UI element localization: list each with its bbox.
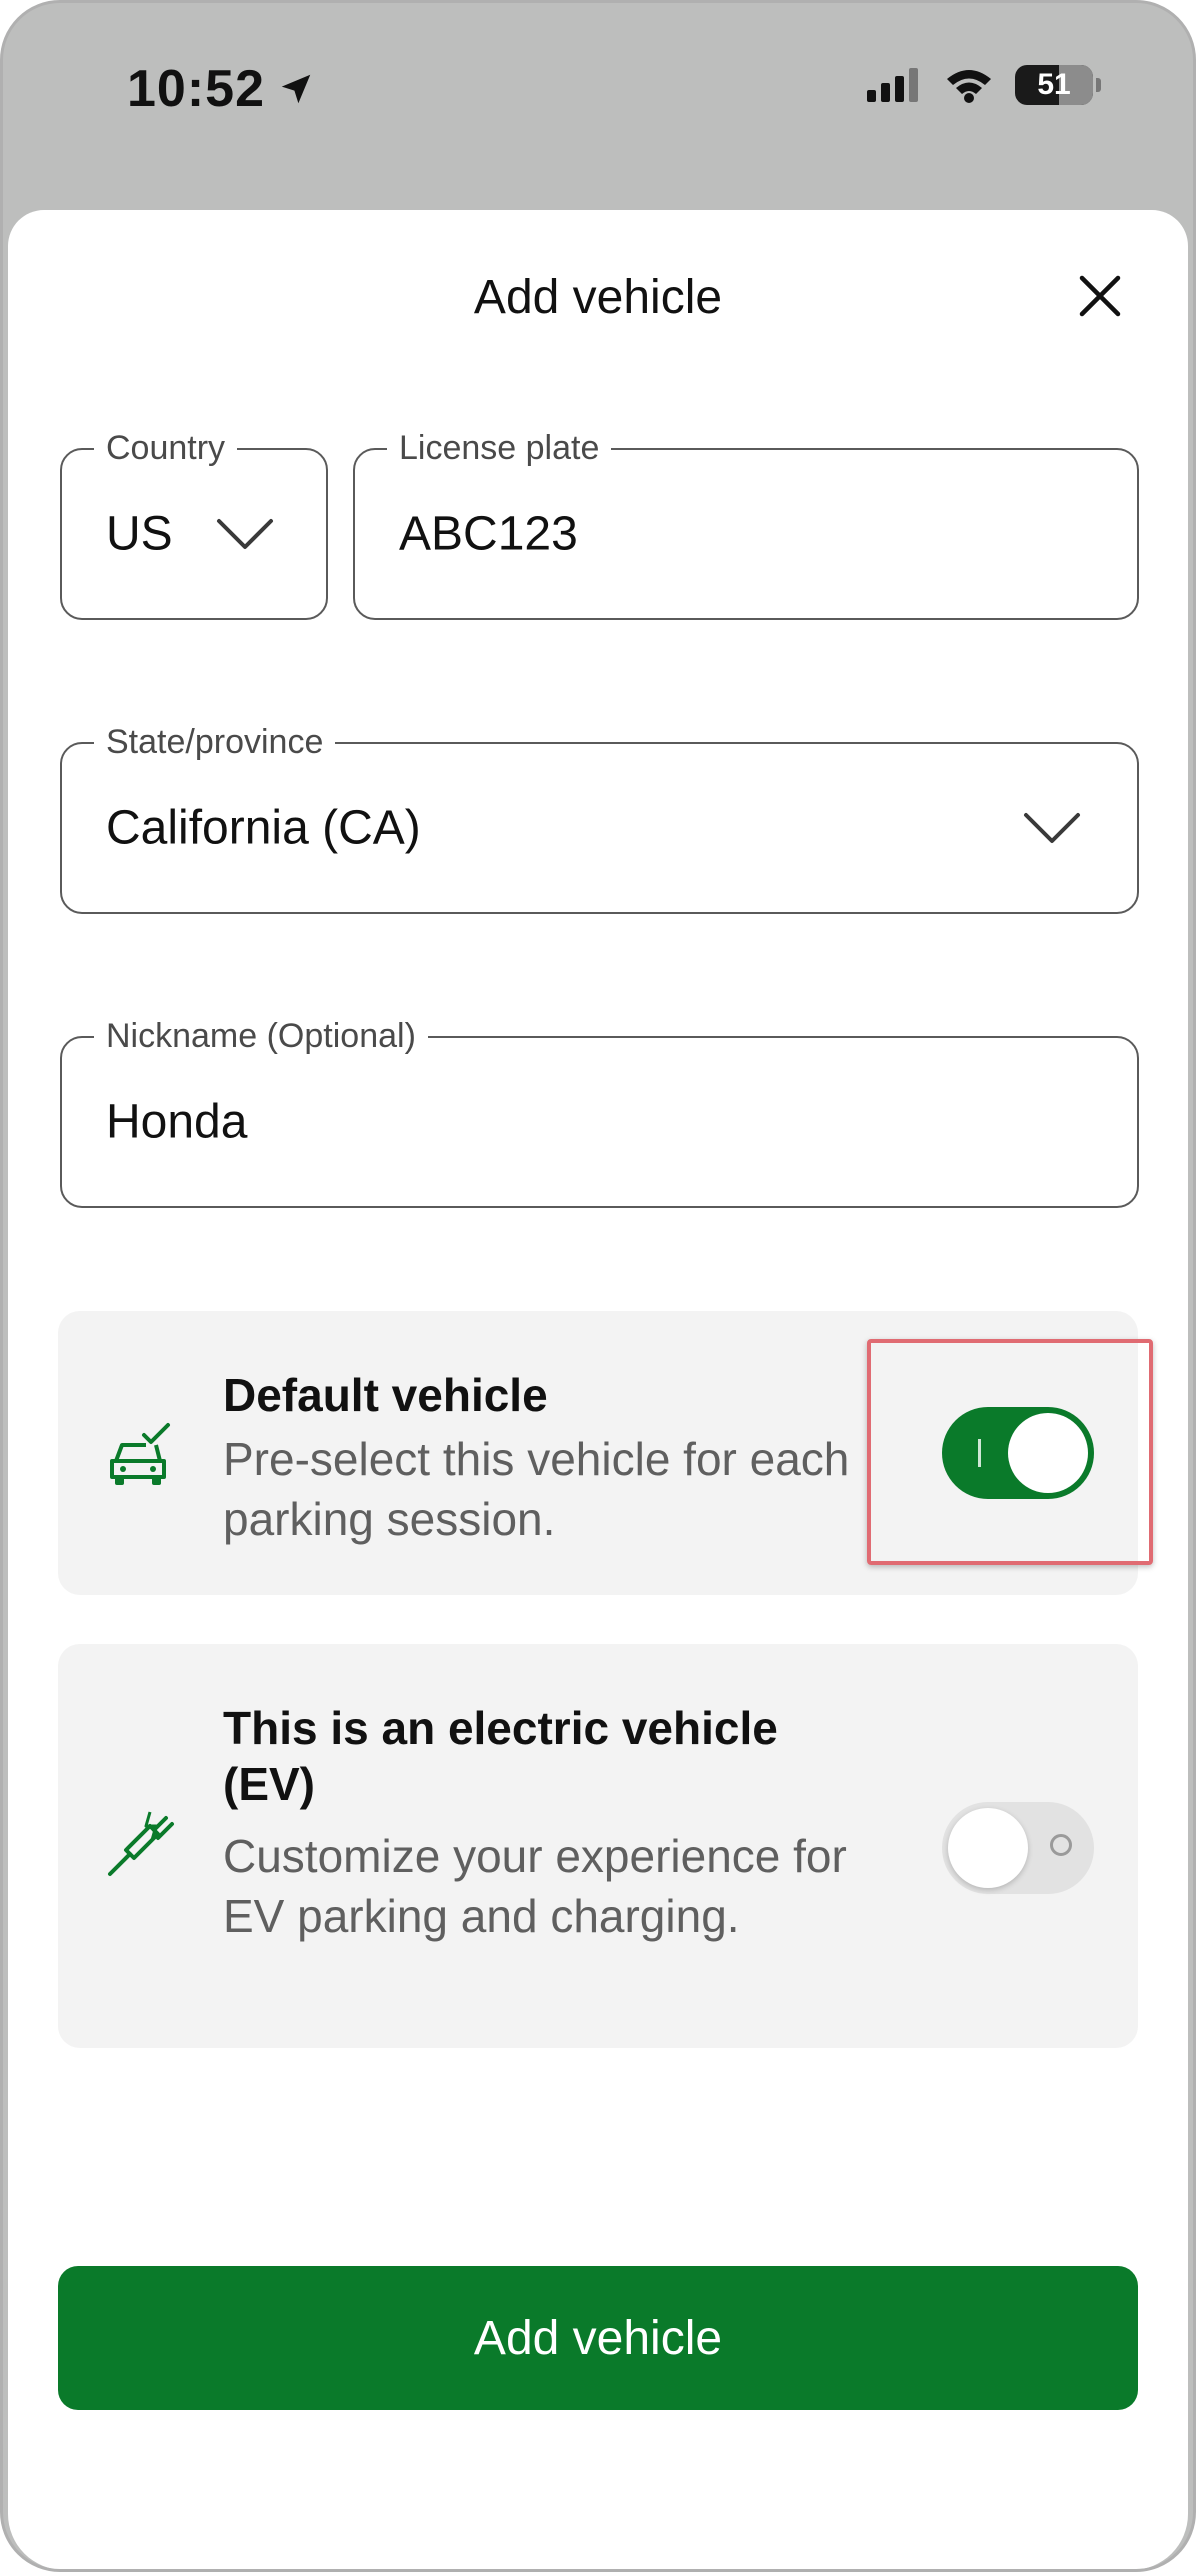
sheet-title: Add vehicle (473, 271, 723, 324)
cellular-signal-icon (867, 68, 918, 102)
chevron-down-icon (217, 519, 273, 549)
close-icon (1079, 275, 1121, 317)
default-vehicle-description: Pre-select this vehicle for each parking… (223, 1433, 850, 1545)
battery-icon: 51 (1015, 65, 1101, 105)
license-plate-label: License plate (387, 428, 612, 468)
country-select[interactable]: Country US (60, 428, 328, 620)
battery-level: 51 (1037, 68, 1071, 101)
status-bar: 10:52 51 (3, 3, 1193, 183)
chevron-down-icon (1024, 813, 1080, 843)
license-plate-field[interactable]: License plate ABC123 (353, 428, 1139, 620)
location-arrow-icon (281, 74, 311, 104)
electric-vehicle-description: Customize your experience for EV parking… (223, 1830, 847, 1942)
license-plate-value: ABC123 (399, 507, 578, 561)
country-value: US (106, 507, 173, 561)
add-vehicle-button[interactable]: Add vehicle (58, 2266, 1138, 2410)
clock: 10:52 (127, 60, 265, 118)
state-province-select[interactable]: State/province California (CA) (60, 722, 1139, 914)
default-vehicle-title: Default vehicle (223, 1369, 548, 1421)
close-button[interactable] (1070, 266, 1130, 326)
status-time: 10:52 (127, 59, 315, 119)
nickname-label: Nickname (Optional) (94, 1016, 428, 1056)
state-province-value: California (CA) (106, 801, 421, 855)
car-check-icon (110, 1423, 170, 1485)
ev-plug-icon (108, 1811, 174, 1876)
electric-vehicle-toggle[interactable] (942, 1802, 1094, 1894)
country-label: Country (94, 428, 238, 468)
nickname-value: Honda (106, 1095, 248, 1149)
wifi-icon (947, 70, 991, 103)
toggle-knob (948, 1808, 1028, 1888)
highlight-box (867, 1339, 1153, 1565)
device-frame: 10:52 51 Add vehicle Country US License … (0, 0, 1196, 2572)
electric-vehicle-title: This is an electric vehicle (EV) (223, 1702, 778, 1810)
state-province-label: State/province (94, 722, 336, 762)
electric-vehicle-card: This is an electric vehicle (EV) Customi… (58, 1644, 1138, 2048)
status-indicators: 51 (867, 65, 1101, 105)
nickname-field[interactable]: Nickname (Optional) Honda (60, 1016, 1139, 1208)
